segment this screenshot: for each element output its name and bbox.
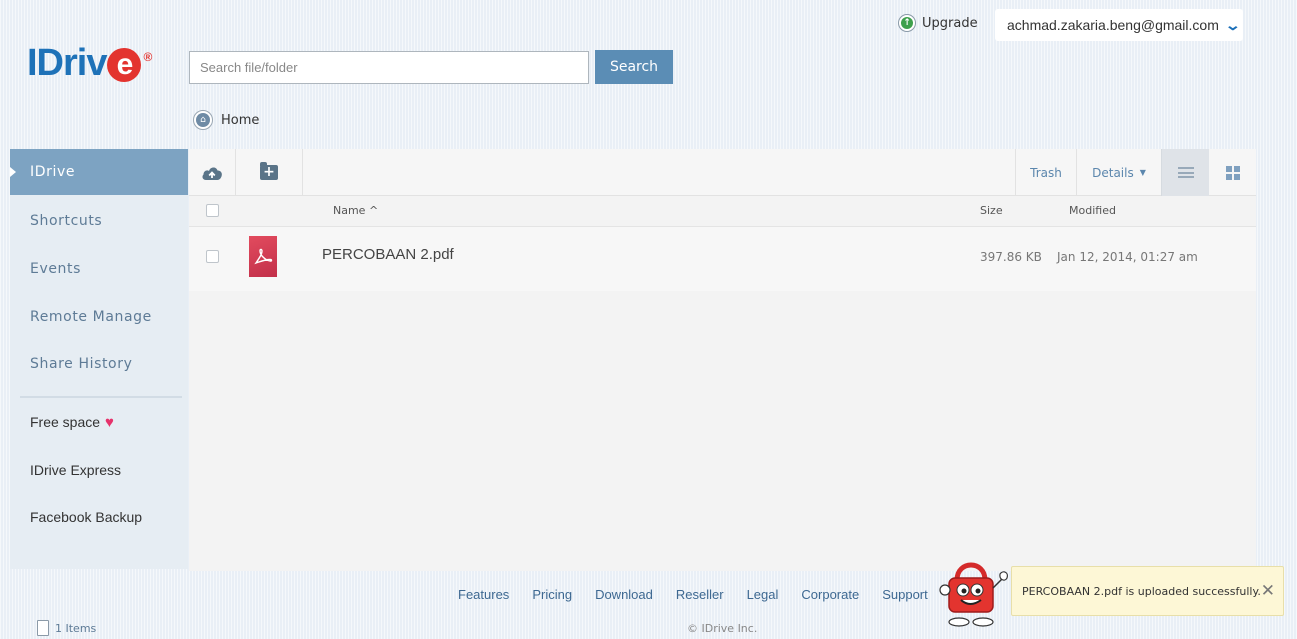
close-icon[interactable]: ✕ xyxy=(1261,581,1275,601)
grid-view-button[interactable] xyxy=(1209,149,1256,196)
search-button[interactable]: Search xyxy=(595,50,673,84)
sidebar-item-shortcuts[interactable]: Shortcuts xyxy=(10,198,188,244)
file-name[interactable]: PERCOBAAN 2.pdf xyxy=(322,246,454,263)
footer-link-features[interactable]: Features xyxy=(458,587,509,602)
footer-link-reseller[interactable]: Reseller xyxy=(676,587,724,602)
idrive-logo[interactable]: IDriv e ® xyxy=(27,42,152,85)
cloud-upload-icon xyxy=(202,167,222,180)
details-dropdown[interactable]: Details ▼ xyxy=(1077,149,1161,196)
sidebar-divider xyxy=(20,396,182,398)
search-input[interactable] xyxy=(189,51,589,84)
heart-icon: ♥ xyxy=(105,413,114,431)
toolbar: + Trash Details ▼ xyxy=(189,149,1256,196)
upload-button[interactable] xyxy=(189,149,236,196)
new-folder-button[interactable]: + xyxy=(236,149,303,196)
column-header-size[interactable]: Size xyxy=(980,204,1003,217)
sidebar-item-idrive-express[interactable]: IDrive Express xyxy=(10,447,188,493)
logo-registered-mark: ® xyxy=(143,50,152,64)
items-count: 1 Items xyxy=(37,620,96,636)
home-icon[interactable]: ⌂ xyxy=(193,110,213,130)
file-size: 397.86 KB xyxy=(980,250,1042,264)
chevron-down-icon: ⌄ xyxy=(1224,16,1241,33)
details-label: Details xyxy=(1092,165,1134,180)
footer-link-corporate[interactable]: Corporate xyxy=(801,587,859,602)
row-checkbox[interactable] xyxy=(206,250,219,263)
upgrade-label: Upgrade xyxy=(922,15,978,31)
copyright: © IDrive Inc. xyxy=(687,622,758,635)
footer-links: Features Pricing Download Reseller Legal… xyxy=(458,587,928,602)
table-header: Name ^ Size Modified xyxy=(189,196,1256,227)
account-email: achmad.zakaria.beng@gmail.com xyxy=(1007,17,1219,33)
upload-success-toast: PERCOBAAN 2.pdf is uploaded successfully… xyxy=(1011,566,1284,616)
logo-text: IDriv xyxy=(27,42,107,84)
folder-plus-icon: + xyxy=(260,162,278,180)
list-view-icon xyxy=(1177,167,1194,178)
footer-link-legal[interactable]: Legal xyxy=(747,587,779,602)
table-row[interactable]: PERCOBAAN 2.pdf 397.86 KB Jan 12, 2014, … xyxy=(189,227,1256,291)
grid-view-icon xyxy=(1225,165,1240,180)
column-header-modified[interactable]: Modified xyxy=(1069,204,1116,217)
sidebar-item-idrive[interactable]: IDrive xyxy=(10,149,188,195)
toast-message: PERCOBAAN 2.pdf is uploaded successfully… xyxy=(1022,584,1261,598)
trash-button[interactable]: Trash xyxy=(1015,149,1077,196)
account-menu[interactable]: achmad.zakaria.beng@gmail.com ⌄ xyxy=(995,9,1243,41)
column-header-name[interactable]: Name ^ xyxy=(333,204,378,217)
pdf-icon xyxy=(249,236,277,277)
sidebar-item-events[interactable]: Events xyxy=(10,246,188,292)
caret-down-icon: ▼ xyxy=(1139,168,1146,177)
upgrade-link[interactable]: ↑ Upgrade xyxy=(898,12,978,34)
file-modified: Jan 12, 2014, 01:27 am xyxy=(1057,250,1198,264)
page-icon xyxy=(37,620,49,636)
breadcrumb-home[interactable]: Home xyxy=(221,113,259,128)
footer-link-pricing[interactable]: Pricing xyxy=(532,587,572,602)
footer-link-download[interactable]: Download xyxy=(595,587,653,602)
logo-e-letter: e xyxy=(107,47,142,82)
sidebar-item-share-history[interactable]: Share History xyxy=(10,341,188,387)
file-browser: + Trash Details ▼ Name ^ Size Modified P… xyxy=(189,149,1256,571)
sidebar-item-remote-manage[interactable]: Remote Manage xyxy=(10,294,188,340)
footer-link-support[interactable]: Support xyxy=(882,587,928,602)
list-view-button[interactable] xyxy=(1161,149,1209,196)
sidebar: IDrive Shortcuts Events Remote Manage Sh… xyxy=(10,149,188,569)
sidebar-item-free-space[interactable]: Free space ♥ xyxy=(10,399,188,445)
items-count-label: 1 Items xyxy=(55,621,97,635)
breadcrumb: ⌂ Home xyxy=(193,110,259,130)
mascot-icon xyxy=(939,562,1008,627)
upgrade-arrow-icon: ↑ xyxy=(898,14,916,32)
sidebar-item-facebook-backup[interactable]: Facebook Backup xyxy=(10,494,188,540)
select-all-checkbox[interactable] xyxy=(206,204,219,217)
free-space-label: Free space xyxy=(30,414,101,430)
